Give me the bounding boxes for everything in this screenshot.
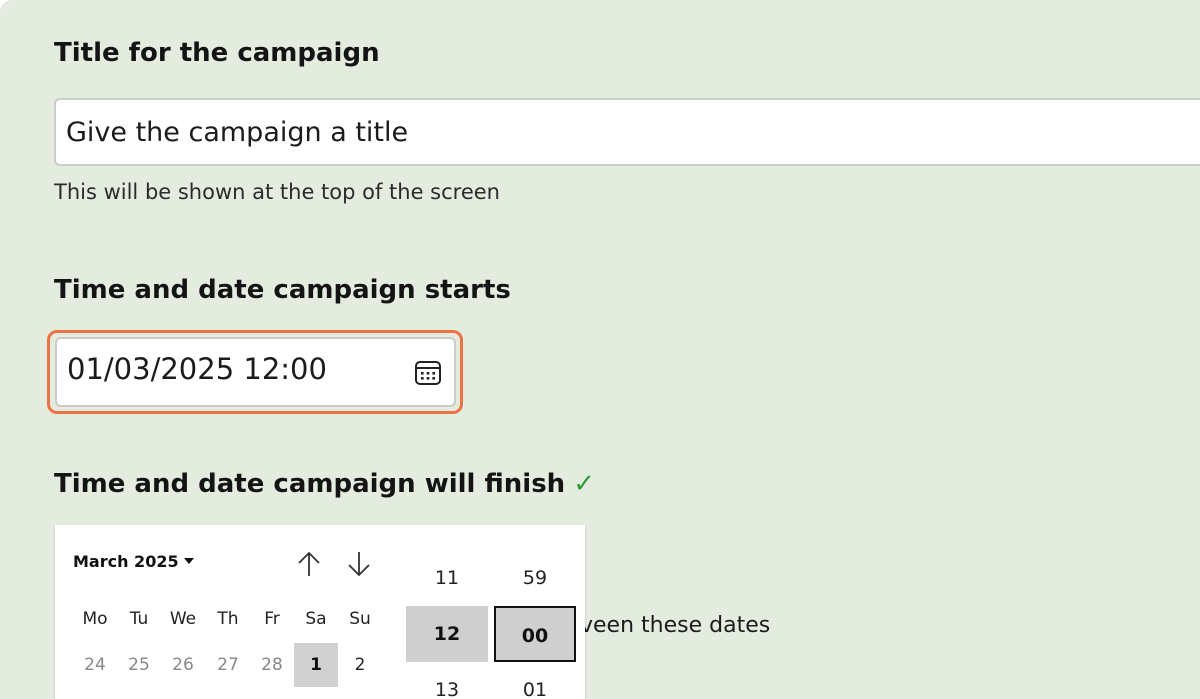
calendar-icon[interactable] [412, 356, 444, 388]
weekday-label: We [169, 609, 197, 629]
month-year-selector[interactable]: March 2025 [73, 552, 194, 571]
calendar-day[interactable]: 24 [73, 643, 117, 687]
hour-option[interactable]: 11 [406, 550, 488, 606]
finish-field-label-text: Time and date campaign will finish [54, 469, 566, 499]
minute-option-selected[interactable]: 00 [494, 606, 576, 662]
minute-option[interactable]: 59 [494, 550, 576, 606]
calendar-day[interactable]: 25 [117, 643, 161, 687]
weekday-label: Mo [82, 609, 108, 629]
weekday-label: Fr [264, 609, 280, 629]
hour-option-selected[interactable]: 12 [406, 606, 488, 662]
weekday-label: Su [349, 609, 371, 629]
obscured-hint-text: veen these dates [580, 613, 771, 638]
calendar-day[interactable]: 2 [338, 643, 382, 687]
campaign-form: Title for the campaign This will be show… [0, 0, 1200, 699]
hour-option[interactable]: 13 [406, 662, 488, 699]
finish-field-label: Time and date campaign will finish ✓ [54, 469, 595, 499]
calendar-day[interactable]: 26 [161, 643, 205, 687]
caret-down-icon [183, 558, 194, 564]
minute-option[interactable]: 01 [494, 662, 576, 699]
weekday-label: Th [217, 609, 239, 629]
calendar-day-selected[interactable]: 1 [294, 643, 338, 687]
month-year-label: March 2025 [73, 552, 179, 571]
weekday-label: Tu [129, 609, 149, 629]
start-field-label: Time and date campaign starts [54, 275, 511, 305]
calendar-day[interactable]: 27 [206, 643, 250, 687]
arrow-up-icon[interactable] [294, 549, 324, 579]
datetime-picker-popup: March 2025 Mo Tu We Th Fr Sa Su 24 25 26… [55, 525, 585, 699]
start-datetime-input[interactable]: 01/03/2025 12:00 [55, 337, 456, 407]
checkmark-icon: ✓ [573, 469, 595, 499]
start-datetime-value: 01/03/2025 12:00 [67, 352, 327, 386]
calendar-day[interactable]: 28 [250, 643, 294, 687]
arrow-down-icon[interactable] [344, 549, 374, 579]
title-field-hint: This will be shown at the top of the scr… [54, 180, 500, 204]
title-field-label: Title for the campaign [54, 38, 380, 68]
weekday-label: Sa [305, 609, 327, 629]
campaign-title-input[interactable] [54, 98, 1200, 166]
